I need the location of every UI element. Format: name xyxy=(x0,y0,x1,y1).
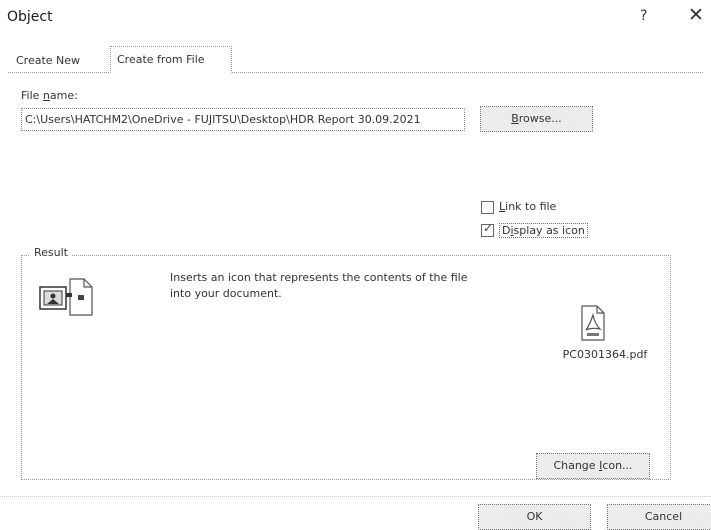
display-as-icon-checkbox[interactable]: ✓ xyxy=(481,221,494,237)
result-description: Inserts an icon that represents the cont… xyxy=(170,271,468,300)
checkmark-icon: ✓ xyxy=(483,221,494,235)
help-button[interactable]: ? xyxy=(640,8,647,24)
browse-button[interactable]: Browse... xyxy=(480,106,593,132)
cancel-button[interactable]: Cancel xyxy=(607,504,711,530)
tab-create-from-file[interactable]: Create from File xyxy=(110,46,232,73)
insert-as-icon-illustration-icon xyxy=(38,275,98,322)
change-icon-button[interactable]: Change Icon... xyxy=(536,453,650,479)
close-button[interactable]: ✕ xyxy=(688,4,704,26)
pdf-file-icon xyxy=(580,305,606,344)
ok-button[interactable]: OK xyxy=(478,504,591,530)
result-legend: Result xyxy=(30,246,72,259)
link-to-file-checkbox[interactable] xyxy=(481,201,494,214)
file-name-label: File name: xyxy=(21,89,78,102)
display-as-icon-label[interactable]: Display as icon xyxy=(499,223,588,238)
footer-divider xyxy=(0,496,711,497)
link-to-file-label[interactable]: Link to file xyxy=(499,200,556,213)
icon-file-name: PC0301364.pdf xyxy=(562,348,648,361)
file-name-input[interactable] xyxy=(21,108,465,131)
tab-create-new[interactable]: Create New xyxy=(10,50,86,72)
dialog-title: Object xyxy=(7,9,53,25)
